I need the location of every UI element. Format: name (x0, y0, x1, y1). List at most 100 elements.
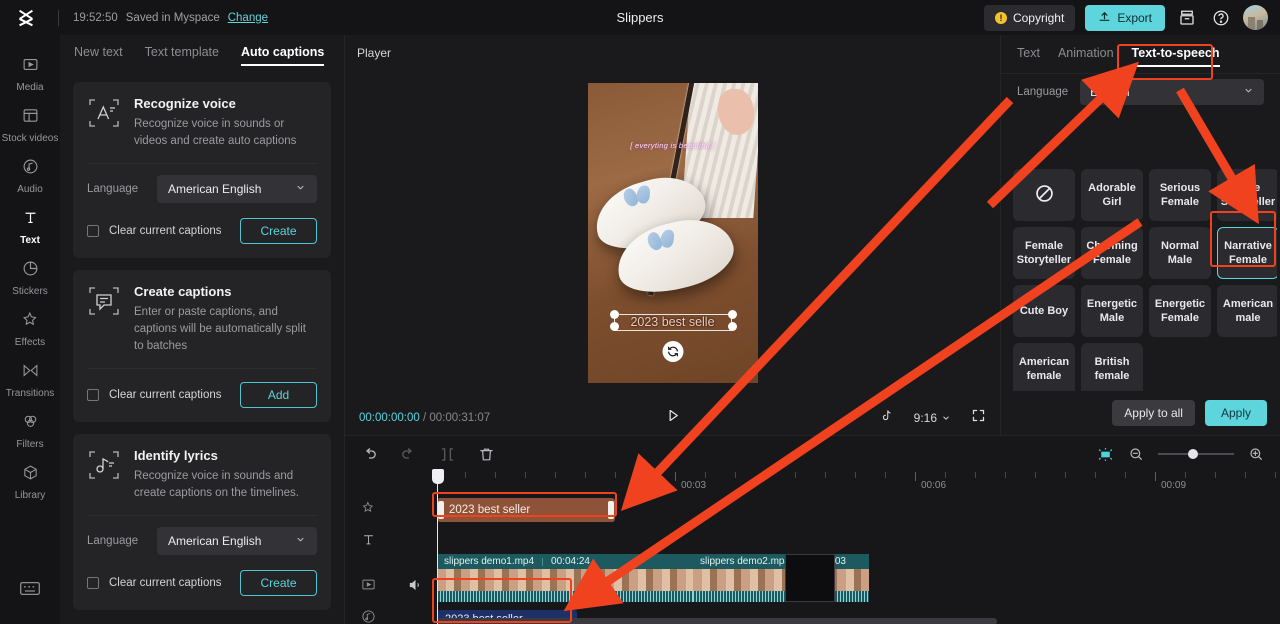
sticker-track-icon (361, 500, 376, 520)
language-select[interactable]: American English (157, 527, 317, 555)
tab-text-to-speech[interactable]: Text-to-speech (1131, 46, 1220, 67)
clear-current-captions-checkbox[interactable] (87, 577, 99, 589)
tab-text-template[interactable]: Text template (145, 45, 219, 66)
apply-button[interactable]: Apply (1204, 400, 1267, 426)
tab-auto-captions[interactable]: Auto captions (240, 45, 325, 66)
change-link[interactable]: Change (228, 12, 268, 24)
export-label: Export (1117, 10, 1152, 25)
text-clip[interactable]: 2023 best seller (437, 498, 615, 522)
timeline-scrollbar[interactable] (437, 618, 997, 624)
voice-option-adorable-girl[interactable]: Adorable Girl (1081, 169, 1143, 221)
capcut-logo-icon[interactable] (0, 7, 52, 29)
copyright-button[interactable]: ! Copyright (983, 4, 1076, 31)
playhead[interactable] (431, 469, 444, 624)
voice-option-normal-male[interactable]: Normal Male (1149, 227, 1211, 279)
tiktok-icon[interactable] (879, 408, 894, 428)
sidebar-item-filters[interactable]: Filters (0, 406, 60, 457)
stickers-icon (22, 260, 39, 282)
clip-grip-left[interactable] (438, 501, 444, 519)
aspect-ratio-select[interactable]: 9:16 (914, 411, 951, 425)
sidebar-item-text[interactable]: Text (0, 202, 60, 253)
voice-option-cute-boy[interactable]: Cute Boy (1013, 285, 1075, 337)
chevron-down-icon (295, 182, 306, 196)
transition-marker[interactable] (785, 554, 835, 602)
split-icon[interactable] (439, 446, 456, 463)
timeline-toolbar (345, 436, 1280, 472)
clear-current-captions-checkbox[interactable] (87, 389, 99, 401)
video-clip-name: slippers demo2.mp4 (700, 556, 791, 567)
create-button[interactable]: Create (240, 570, 317, 596)
voice-option-narrative-female[interactable]: Narrative Female (1217, 227, 1277, 279)
avatar[interactable] (1243, 5, 1268, 30)
create-button[interactable]: Create (240, 218, 317, 244)
rotate-icon[interactable] (662, 340, 683, 362)
aspect-ratio-value: 9:16 (913, 410, 937, 425)
timeline-ruler[interactable]: 00:03 00:06 00:09 (435, 472, 1280, 496)
card-text: Recognize voice Recognize voice in sound… (134, 96, 317, 150)
voice-option-charming-female[interactable]: Charming Female (1081, 227, 1143, 279)
voice-option-serious-female[interactable]: Serious Female (1149, 169, 1211, 221)
resize-handle-bl[interactable] (609, 321, 619, 331)
player-controls: 00:00:00:00 / 00:00:31:07 9:16 (345, 400, 1000, 435)
voice-option-american-female[interactable]: American female (1013, 343, 1075, 395)
tab-animation[interactable]: Animation (1058, 46, 1114, 67)
zoom-in-icon[interactable] (1248, 446, 1264, 462)
video-preview[interactable]: [ everyting is beautiful ] 2023 best sel… (587, 82, 758, 383)
tts-language-select[interactable]: English (1080, 79, 1264, 105)
voice-option-none[interactable] (1013, 169, 1075, 221)
resize-handle-tr[interactable] (727, 309, 737, 319)
add-button[interactable]: Add (240, 382, 317, 408)
language-row: Language American English (73, 164, 331, 214)
library-icon (22, 464, 39, 486)
play-icon[interactable] (664, 407, 681, 429)
redo-icon[interactable] (400, 446, 417, 463)
voice-option-female-storyteller[interactable]: Female Storyteller (1013, 227, 1075, 279)
language-select[interactable]: American English (157, 175, 317, 203)
sidebar-item-media[interactable]: Media (0, 49, 60, 100)
clear-captions-row: Clear current captions Create (73, 566, 331, 610)
sidebar-item-transitions[interactable]: Transitions (0, 355, 60, 406)
voice-option-american-male[interactable]: American male (1217, 285, 1277, 337)
zoom-slider[interactable] (1158, 449, 1234, 459)
ruler-label: 00:03 (681, 480, 707, 491)
delete-icon[interactable] (478, 446, 495, 463)
current-time: 00:00:00:00 (359, 411, 420, 424)
resize-handle-tl[interactable] (609, 309, 619, 319)
sidebar-item-audio[interactable]: Audio (0, 151, 60, 202)
ruler-label: 00:06 (921, 480, 947, 491)
apply-to-all-button[interactable]: Apply to all (1112, 400, 1195, 426)
resize-handle-br[interactable] (727, 321, 737, 331)
tab-new-text[interactable]: New text (74, 45, 123, 66)
card-identify-lyrics: Identify lyrics Recognize voice in sound… (73, 434, 331, 610)
sidebar-item-stock-videos[interactable]: Stock videos (0, 100, 60, 151)
create-captions-icon (87, 284, 121, 318)
keyboard-shortcuts-icon[interactable] (19, 580, 41, 602)
fullscreen-icon[interactable] (971, 408, 986, 428)
voice-option-energetic-female[interactable]: Energetic Female (1149, 285, 1211, 337)
divider (1001, 73, 1280, 74)
undo-icon[interactable] (361, 446, 378, 463)
tab-text[interactable]: Text (1017, 46, 1040, 67)
sidebar-item-stickers[interactable]: Stickers (0, 253, 60, 304)
zoom-slider-knob[interactable] (1188, 449, 1198, 459)
video-clip-1[interactable]: slippers demo1.mp4 00:04:24 (437, 554, 693, 602)
voice-option-male-storyteller[interactable]: Male Storyteller (1217, 169, 1277, 221)
preview-caption-selected[interactable]: 2023 best selle (613, 313, 732, 331)
clear-current-captions-checkbox[interactable] (87, 225, 99, 237)
question-circle-icon[interactable] (1209, 6, 1233, 30)
auto-fit-icon[interactable] (1097, 446, 1114, 463)
archive-icon[interactable] (1175, 6, 1199, 30)
zoom-out-icon[interactable] (1128, 446, 1144, 462)
save-status: 19:52:50 Saved in Myspace Change (73, 12, 268, 24)
left-panel-tabs: New text Text template Auto captions (60, 35, 344, 72)
sidebar-item-library[interactable]: Library (0, 457, 60, 508)
playhead-handle[interactable] (431, 469, 444, 484)
sidebar-item-effects[interactable]: Effects (0, 304, 60, 355)
speaker-icon[interactable] (407, 577, 423, 598)
video-clip-2[interactable]: slippers demo2.mp4 00:03:03 (693, 554, 869, 602)
export-button[interactable]: Export (1085, 4, 1165, 31)
clip-grip-right[interactable] (608, 501, 614, 519)
voice-option-british-female[interactable]: British female (1081, 343, 1143, 395)
card-description: Recognize voice in sounds and create cap… (134, 470, 299, 499)
voice-option-energetic-male[interactable]: Energetic Male (1081, 285, 1143, 337)
